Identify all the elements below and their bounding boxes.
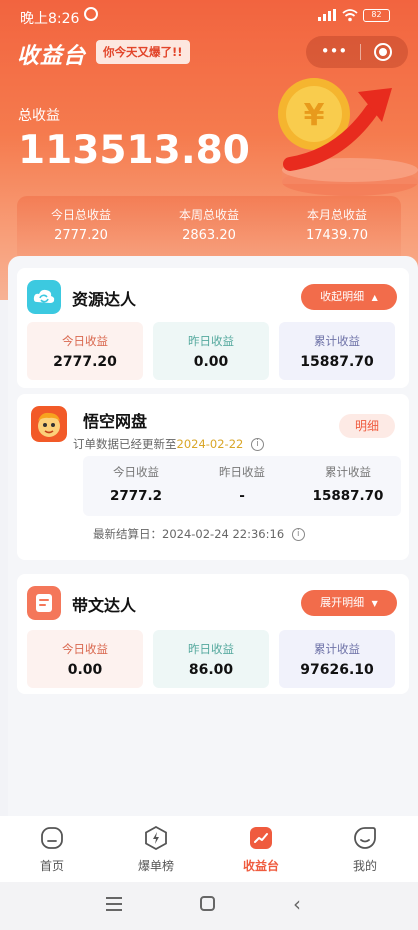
stat-value: 97626.10 <box>300 662 374 678</box>
stat-label: 昨日收益 <box>188 334 234 348</box>
card-writer-expert: 带文达人 展开明细 ▼ 今日收益 0.00 昨日收益 86.00 累计收益 97… <box>17 574 409 694</box>
recent-apps-icon[interactable] <box>106 897 122 911</box>
order-update-note: 订单数据已经更新至2024-02-22 i <box>73 436 264 452</box>
summary-today-value: 2777.20 <box>54 228 108 243</box>
summary-month-value: 17439.70 <box>305 228 369 243</box>
stat-label: 昨日收益 <box>219 465 265 479</box>
tab-mine[interactable]: 我的 <box>325 826 405 874</box>
tab-home-label: 首页 <box>39 859 64 873</box>
expand-details-button[interactable]: 展开明细 ▼ <box>301 590 397 616</box>
home-icon <box>41 827 63 849</box>
earnings-panel: 资源达人 收起明细 ▲ 今日收益 2777.20 昨日收益 0.00 累计收益 … <box>8 256 418 816</box>
wukong-stats-row: 今日收益 2777.2 昨日收益 - 累计收益 15887.70 <box>83 456 401 516</box>
writer-today-stat: 今日收益 0.00 <box>27 630 143 688</box>
back-icon[interactable]: ‹ <box>293 892 301 916</box>
stat-label: 累计收益 <box>314 334 360 348</box>
chart-trend-icon <box>250 827 272 849</box>
stat-value: 2777.20 <box>53 354 117 370</box>
summary-week-value: 2863.20 <box>182 228 236 243</box>
stat-label: 今日收益 <box>62 334 108 348</box>
bottom-tab-bar: 首页 爆单榜 收益台 我的 <box>0 816 418 882</box>
header-banner: 晚上8:26 82 收益台 你今天又爆了!! ••• 总收益 113513.80… <box>0 0 418 300</box>
coin-growth-illustration-icon: ¥ <box>278 78 418 196</box>
stat-value: 86.00 <box>188 662 234 678</box>
stat-label: 累计收益 <box>325 465 371 479</box>
card-wukong-title: 悟空网盘 <box>83 412 148 431</box>
latest-settlement: 最新结算日：2024-02-24 22:36:16 i <box>93 526 305 542</box>
stat-label: 今日收益 <box>62 642 108 656</box>
card-wukong-drive: 悟空网盘 明细 订单数据已经更新至2024-02-22 i 今日收益 2777.… <box>17 394 409 560</box>
cloud-sync-icon <box>27 280 61 314</box>
summary-week-label: 本周总收益 <box>178 208 239 222</box>
earnings-summary-bar: 今日总收益 2777.20 本周总收益 2863.20 本月总收益 17439.… <box>17 196 401 256</box>
wukong-app-icon <box>31 406 67 442</box>
home-button-icon[interactable] <box>200 896 215 911</box>
app-brand-title: 收益台 <box>17 44 87 69</box>
order-update-prefix: 订单数据已经更新至 <box>73 437 177 451</box>
stat-value: 15887.70 <box>312 488 384 504</box>
info-icon[interactable]: i <box>291 528 305 541</box>
resource-yesterday-stat: 昨日收益 0.00 <box>153 322 269 380</box>
capsule-divider <box>360 44 361 60</box>
caret-up-icon: ▲ <box>371 293 378 302</box>
card-resource-title: 资源达人 <box>72 290 137 309</box>
alarm-icon <box>84 7 98 21</box>
document-app-icon <box>27 586 61 620</box>
collapse-details-label: 收起明细 <box>320 290 365 303</box>
wukong-yesterday-stat: 昨日收益 - <box>189 464 295 504</box>
total-earnings-value: 113513.80 <box>18 128 250 173</box>
tab-mine-label: 我的 <box>352 859 377 873</box>
svg-text:¥: ¥ <box>304 98 325 133</box>
wukong-today-stat: 今日收益 2777.2 <box>83 464 189 504</box>
summary-today-label: 今日总收益 <box>50 208 111 222</box>
stat-value: 15887.70 <box>300 354 374 370</box>
expand-details-label: 展开明细 <box>320 596 365 609</box>
total-earnings-label: 总收益 <box>18 108 60 124</box>
card-resource-expert: 资源达人 收起明细 ▲ 今日收益 2777.20 昨日收益 0.00 累计收益 … <box>17 268 409 388</box>
smile-icon <box>354 827 376 849</box>
writer-yesterday-stat: 昨日收益 86.00 <box>153 630 269 688</box>
summary-week: 本周总收益 2863.20 <box>145 206 273 243</box>
wifi-icon <box>342 9 358 22</box>
order-update-date: 2024-02-22 <box>176 437 244 451</box>
stat-value: - <box>239 488 245 504</box>
tab-earnings-label: 收益台 <box>242 859 279 873</box>
wukong-total-stat: 累计收益 15887.70 <box>295 464 401 504</box>
summary-today: 今日总收益 2777.20 <box>17 206 145 243</box>
tab-hot-list[interactable]: 爆单榜 <box>116 825 196 874</box>
status-bar: 晚上8:26 82 <box>0 0 418 32</box>
summary-month: 本月总收益 17439.70 <box>273 206 401 243</box>
system-navigation-bar: ‹ <box>0 882 418 930</box>
tab-hot-list-label: 爆单榜 <box>137 859 174 873</box>
slogan-badge: 你今天又爆了!! <box>96 40 190 64</box>
tab-home[interactable]: 首页 <box>12 826 92 874</box>
stat-value: 0.00 <box>67 662 103 678</box>
collapse-details-button[interactable]: 收起明细 ▲ <box>301 284 397 310</box>
stat-value: 0.00 <box>193 354 229 370</box>
tab-earnings[interactable]: 收益台 <box>221 826 301 874</box>
latest-settlement-text: 最新结算日：2024-02-24 22:36:16 <box>93 527 285 541</box>
stat-label: 今日收益 <box>113 465 159 479</box>
battery-icon: 82 <box>363 9 390 22</box>
stat-label: 昨日收益 <box>188 642 234 656</box>
status-time: 晚上8:26 <box>20 11 80 27</box>
wukong-detail-button[interactable]: 明细 <box>339 414 395 438</box>
more-options-icon[interactable]: ••• <box>320 44 348 60</box>
miniapp-capsule: ••• <box>306 36 408 68</box>
summary-month-label: 本月总收益 <box>306 208 367 222</box>
info-icon[interactable]: i <box>251 438 264 451</box>
signal-icon <box>318 9 336 21</box>
writer-total-stat: 累计收益 97626.10 <box>279 630 395 688</box>
lightning-badge-icon <box>145 825 167 851</box>
close-miniapp-icon[interactable] <box>374 43 392 61</box>
resource-today-stat: 今日收益 2777.20 <box>27 322 143 380</box>
stat-value: 2777.2 <box>109 488 163 504</box>
resource-total-stat: 累计收益 15887.70 <box>279 322 395 380</box>
caret-down-icon: ▼ <box>371 599 378 608</box>
stat-label: 累计收益 <box>314 642 360 656</box>
card-writer-title: 带文达人 <box>72 596 137 615</box>
